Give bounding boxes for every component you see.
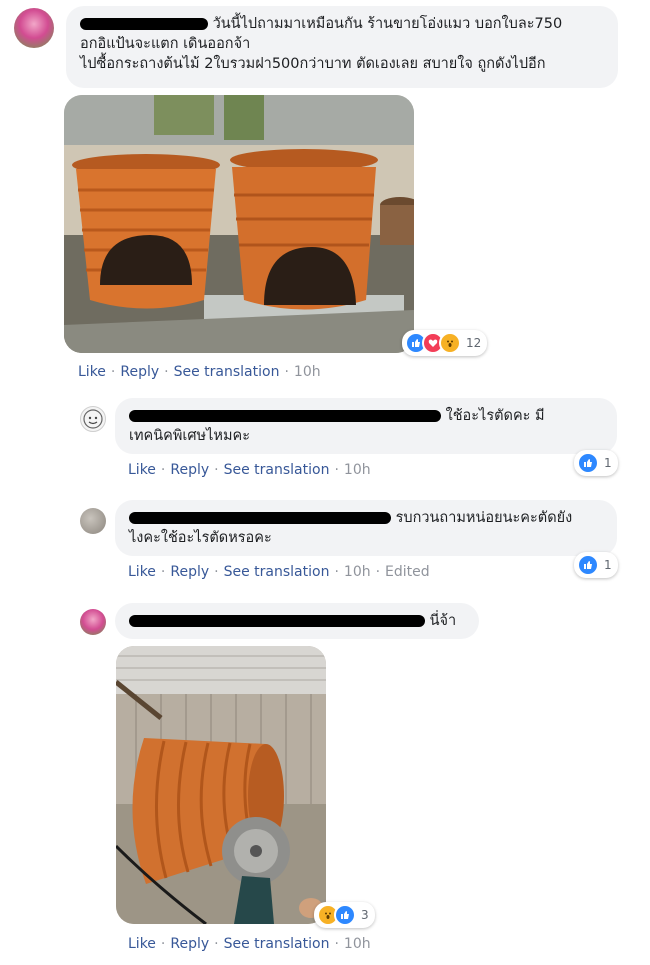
reply-photo-grinder[interactable] [116,646,326,924]
reply-text: รบกวนถามหน่อยนะคะตัดยัง ไงคะใช้อะไรตัดหร… [129,508,609,548]
like-reaction-icon [577,452,599,474]
reply-reactions[interactable]: 3 [314,902,375,928]
pots-image [64,95,414,353]
redacted-name [80,18,208,30]
separator: · [334,564,339,580]
see-translation-link[interactable]: See translation [224,462,330,478]
timestamp[interactable]: 10h [344,936,371,952]
separator: · [334,936,339,952]
like-reaction-icon [577,554,599,576]
reply-line-1: นี่จ้า [429,613,457,629]
separator: · [334,462,339,478]
edited-label[interactable]: Edited [385,564,430,580]
separator: · [284,364,289,380]
like-link[interactable]: Like [78,364,106,380]
grinder-image [116,646,326,924]
separator: · [160,462,166,478]
see-translation-link[interactable]: See translation [224,936,330,952]
comment-line-3: ไปซื้อกระถางต้นไม้ 2ใบรวมฝา500กว่าบาท ตั… [80,56,546,72]
reply-avatar[interactable] [80,406,106,432]
reaction-count: 12 [466,336,482,350]
reply-line-1: รบกวนถามหน่อยนะคะตัดยัง [395,510,573,526]
reply-bubble: นี่จ้า [115,603,479,639]
reply-text: ใช้อะไรตัดคะ มี เทคนิคพิเศษไหมคะ [129,406,609,446]
reply-reactions[interactable]: 1 [574,552,618,578]
see-translation-link[interactable]: See translation [224,564,330,580]
comment-line-2: อกอิแป้นจะแตก เดินออกจ้า [80,36,251,52]
separator: · [164,364,169,380]
reply-actions: Like · Reply · See translation · 10h [128,462,371,478]
separator: · [214,462,219,478]
reply-reactions[interactable]: 1 [574,450,618,476]
comment-photo-pots[interactable] [64,95,414,353]
separator: · [214,936,219,952]
cartoon-face-icon [83,409,103,429]
timestamp[interactable]: 10h [344,564,371,580]
reply-actions: Like · Reply · See translation · 10h [128,936,371,952]
comment-reactions[interactable]: 12 [402,330,488,356]
commenter-avatar[interactable] [14,8,54,48]
reply-line-2: ไงคะใช้อะไรตัดหรอคะ [129,530,272,546]
reply-bubble: รบกวนถามหน่อยนะคะตัดยัง ไงคะใช้อะไรตัดหร… [115,500,617,556]
reply-text: นี่จ้า [129,611,474,631]
reaction-count: 1 [604,456,612,470]
reply-bubble: ใช้อะไรตัดคะ มี เทคนิคพิเศษไหมคะ [115,398,617,454]
reply-link[interactable]: Reply [170,564,209,580]
like-link[interactable]: Like [128,936,156,952]
redacted-name [129,512,391,524]
reply-avatar[interactable] [80,609,106,635]
comment-text: วันนี้ไปถามมาเหมือนกัน ร้านขายโอ่งแมว บอ… [80,14,610,74]
redacted-name [129,615,425,627]
reply-link[interactable]: Reply [120,364,159,380]
timestamp[interactable]: 10h [344,462,371,478]
comment-line-1: วันนี้ไปถามมาเหมือนกัน ร้านขายโอ่งแมว บอ… [212,16,563,32]
separator: · [110,364,116,380]
reply-avatar[interactable] [80,508,106,534]
separator: · [375,564,381,580]
separator: · [160,936,166,952]
like-reaction-icon [334,904,356,926]
see-translation-link[interactable]: See translation [174,364,280,380]
redacted-name [129,410,441,422]
reply-actions: Like · Reply · See translation · 10h · Edited [128,564,430,580]
like-link[interactable]: Like [128,462,156,478]
separator: · [160,564,166,580]
timestamp[interactable]: 10h [294,364,321,380]
reply-link[interactable]: Reply [170,462,209,478]
comment-actions: Like · Reply · See translation · 10h [78,364,321,380]
reply-line-2: เทคนิคพิเศษไหมคะ [129,428,250,444]
separator: · [214,564,219,580]
like-link[interactable]: Like [128,564,156,580]
reaction-count: 1 [604,558,612,572]
reply-link[interactable]: Reply [170,936,209,952]
comment-bubble: วันนี้ไปถามมาเหมือนกัน ร้านขายโอ่งแมว บอ… [66,6,618,88]
reply-line-1: ใช้อะไรตัดคะ มี [445,408,545,424]
reaction-count: 3 [361,908,369,922]
wow-reaction-icon [439,332,461,354]
